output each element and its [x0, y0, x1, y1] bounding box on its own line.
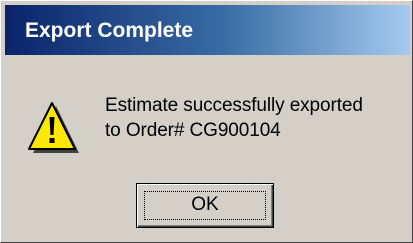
message-line-1: Estimate successfully exported: [105, 95, 363, 116]
ok-button-label: OK: [191, 194, 219, 215]
warning-icon: [28, 102, 79, 153]
export-complete-dialog: Export Complete Estimate successfully ex…: [0, 0, 413, 243]
dialog-title: Export Complete: [25, 19, 194, 42]
title-bar[interactable]: Export Complete: [5, 5, 410, 55]
ok-button[interactable]: OK: [136, 183, 274, 228]
message-text: Estimate successfully exported to Order#…: [105, 93, 405, 143]
message-line-2: to Order# CG900104: [105, 120, 281, 141]
